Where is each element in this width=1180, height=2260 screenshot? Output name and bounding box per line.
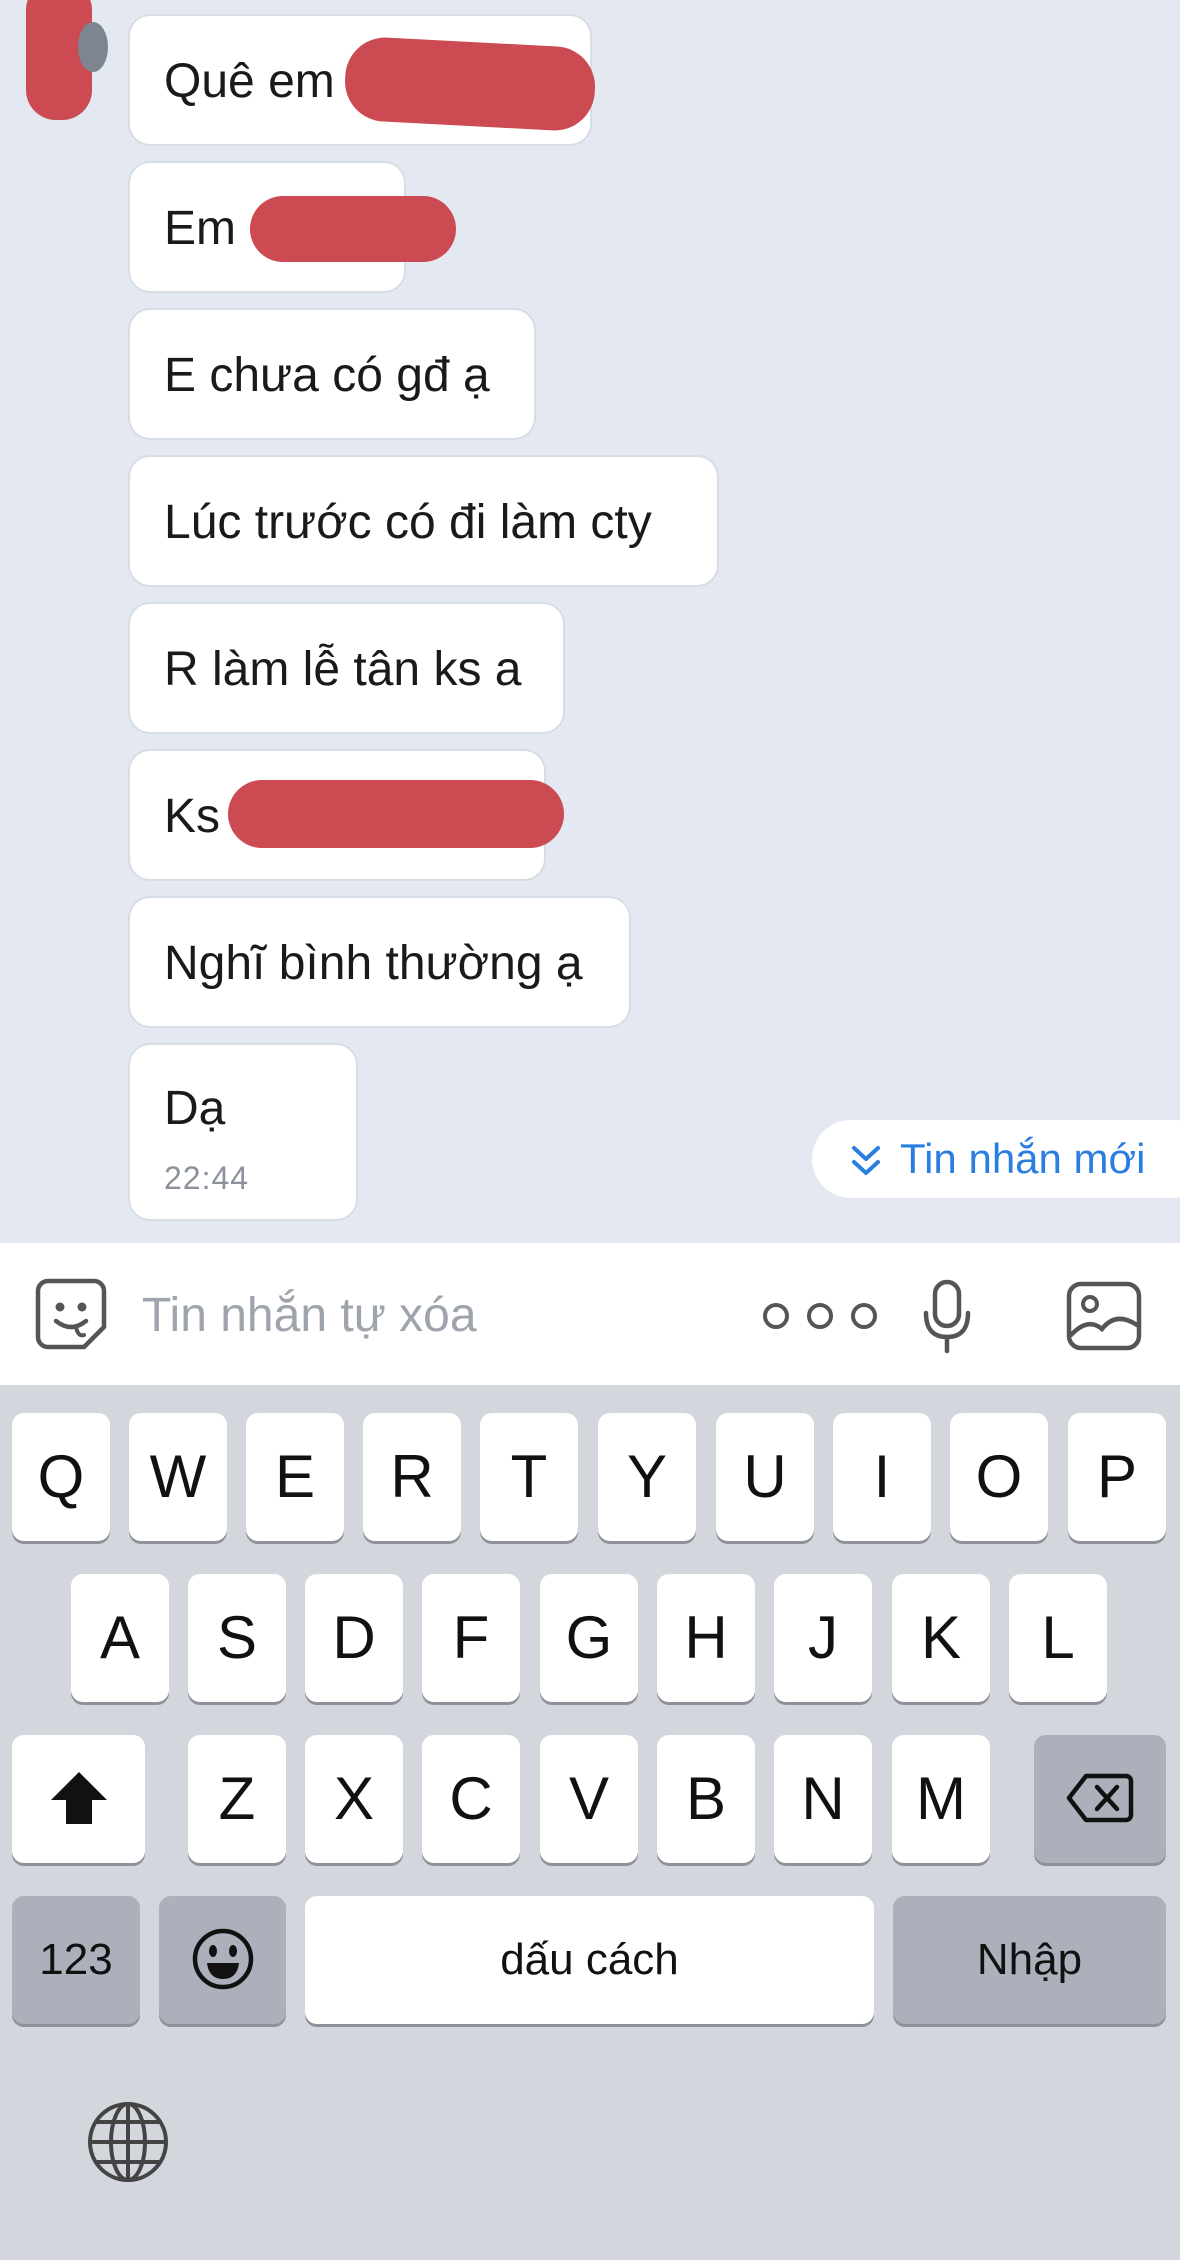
key-g[interactable]: G: [540, 1574, 638, 1702]
message-text: Ks: [164, 790, 221, 843]
key-x[interactable]: X: [305, 1735, 403, 1863]
message-bubble[interactable]: Dạ 22:44: [128, 1043, 358, 1221]
key-e[interactable]: E: [246, 1413, 344, 1541]
message-text: Quê em: [164, 55, 335, 108]
key-r[interactable]: R: [363, 1413, 461, 1541]
emoji-key[interactable]: [159, 1896, 286, 2024]
new-messages-button[interactable]: Tin nhắn mới: [812, 1120, 1180, 1198]
emoji-sticker-icon[interactable]: [34, 1277, 108, 1351]
message-bubble[interactable]: R làm lễ tân ks a: [128, 602, 565, 734]
key-o[interactable]: O: [950, 1413, 1048, 1541]
microphone-icon[interactable]: [922, 1279, 972, 1355]
key-c[interactable]: C: [422, 1735, 520, 1863]
key-z[interactable]: Z: [188, 1735, 286, 1863]
message-text: Nghĩ bình thường ạ: [164, 937, 583, 990]
new-messages-label: Tin nhắn mới: [900, 1135, 1146, 1182]
message-text: E chưa có gđ ạ: [164, 349, 490, 402]
key-n[interactable]: N: [774, 1735, 872, 1863]
message-bubble[interactable]: E chưa có gđ ạ: [128, 308, 536, 440]
key-q[interactable]: Q: [12, 1413, 110, 1541]
return-key[interactable]: Nhập: [893, 1896, 1166, 2024]
redaction-mark: [342, 35, 598, 133]
key-w[interactable]: W: [129, 1413, 227, 1541]
key-a[interactable]: A: [71, 1574, 169, 1702]
message-bubble[interactable]: Nghĩ bình thường ạ: [128, 896, 631, 1028]
key-u[interactable]: U: [716, 1413, 814, 1541]
message-text: Em: [164, 202, 236, 255]
image-gallery-icon[interactable]: [1066, 1281, 1142, 1351]
key-f[interactable]: F: [422, 1574, 520, 1702]
key-p[interactable]: P: [1068, 1413, 1166, 1541]
chat-area: Quê em Em E chưa có gđ ạ Lúc trước có đi…: [0, 0, 1180, 1243]
message-text: Lúc trước có đi làm cty: [164, 496, 652, 549]
key-d[interactable]: D: [305, 1574, 403, 1702]
numbers-key[interactable]: 123: [12, 1896, 140, 2024]
key-b[interactable]: B: [657, 1735, 755, 1863]
backspace-icon: [1066, 1773, 1134, 1823]
redaction-mark: [228, 780, 564, 848]
redaction-mark: [250, 196, 456, 262]
double-chevron-down-icon: [852, 1145, 880, 1175]
key-v[interactable]: V: [540, 1735, 638, 1863]
key-l[interactable]: L: [1009, 1574, 1107, 1702]
key-t[interactable]: T: [480, 1413, 578, 1541]
shift-icon: [50, 1772, 107, 1825]
message-text: R làm lễ tân ks a: [164, 643, 522, 696]
message-input[interactable]: [140, 1271, 704, 1359]
key-m[interactable]: M: [892, 1735, 990, 1863]
avatar[interactable]: [78, 22, 108, 72]
emoji-icon: [192, 1928, 253, 1990]
key-k[interactable]: K: [892, 1574, 990, 1702]
message-timestamp: 22:44: [164, 1160, 250, 1196]
keyboard: Q W E R T Y U I O P A S D F G H J K L Z …: [0, 1385, 1180, 2260]
backspace-key[interactable]: [1034, 1735, 1166, 1863]
key-y[interactable]: Y: [598, 1413, 696, 1541]
shift-key[interactable]: [12, 1735, 145, 1863]
key-h[interactable]: H: [657, 1574, 755, 1702]
message-text: Dạ: [164, 1082, 226, 1135]
key-i[interactable]: I: [833, 1413, 931, 1541]
key-j[interactable]: J: [774, 1574, 872, 1702]
message-input-bar: [0, 1243, 1180, 1385]
more-options-icon[interactable]: [760, 1301, 884, 1331]
globe-icon[interactable]: [86, 2100, 170, 2184]
message-bubble[interactable]: Lúc trước có đi làm cty: [128, 455, 719, 587]
key-s[interactable]: S: [188, 1574, 286, 1702]
space-key[interactable]: dấu cách: [305, 1896, 874, 2024]
